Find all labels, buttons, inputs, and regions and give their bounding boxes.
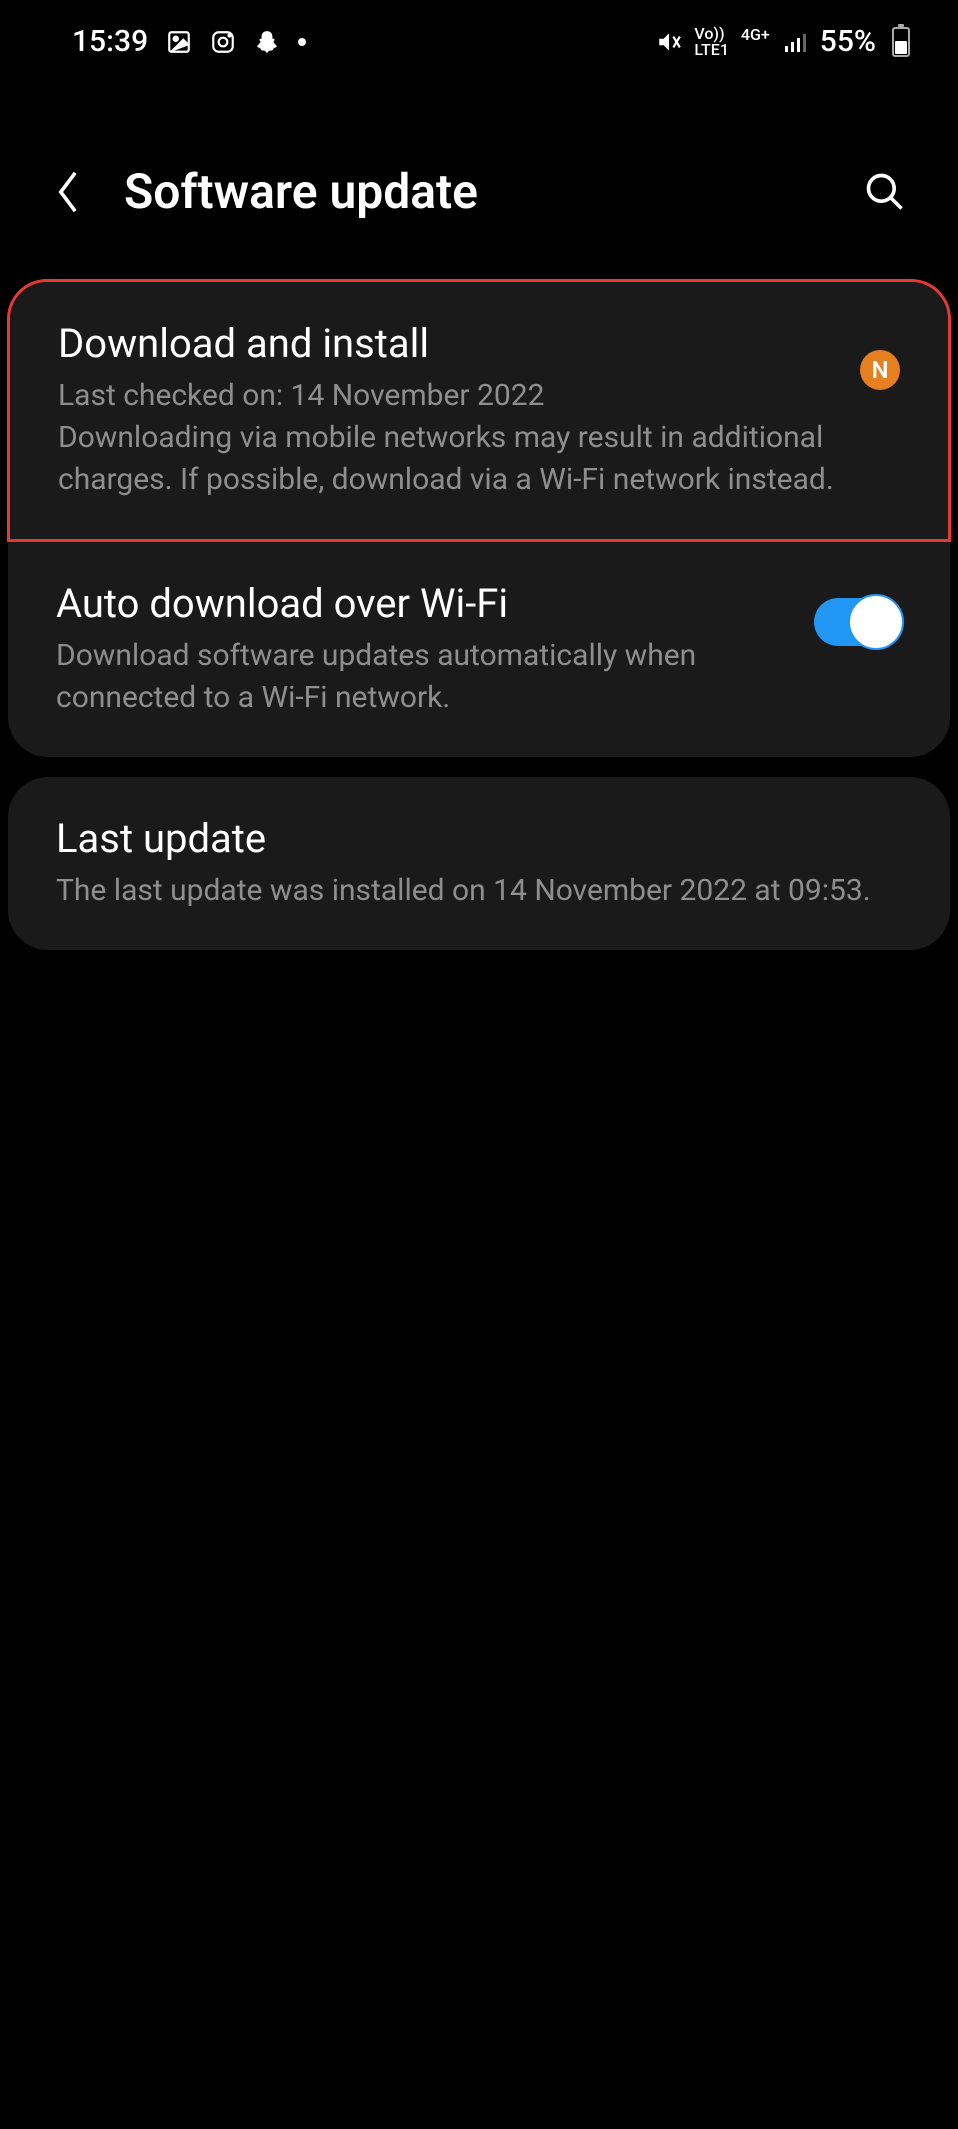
more-notifications-dot <box>298 38 306 46</box>
last-update-title: Last update <box>56 815 902 862</box>
page-title: Software update <box>124 163 824 220</box>
status-bar: 15:39 Vo)) LTE1 4G+ 55% <box>0 0 958 83</box>
status-bar-left: 15:39 <box>72 24 306 59</box>
status-time: 15:39 <box>72 24 148 59</box>
search-button[interactable] <box>860 167 910 217</box>
instagram-icon <box>210 29 236 55</box>
download-install-title: Download and install <box>58 320 840 367</box>
download-install-item[interactable]: Download and install Last checked on: 14… <box>7 279 951 542</box>
snapchat-icon <box>254 29 280 55</box>
battery-percentage: 55% <box>820 24 876 59</box>
gallery-icon <box>166 29 192 55</box>
chevron-left-icon <box>53 168 83 216</box>
download-install-subtitle: Last checked on: 14 November 2022 Downlo… <box>58 375 840 501</box>
signal-icon <box>782 30 808 54</box>
last-update-item[interactable]: Last update The last update was installe… <box>8 777 950 950</box>
settings-group-1: Download and install Last checked on: 14… <box>8 279 950 757</box>
last-update-subtitle: The last update was installed on 14 Nove… <box>56 870 902 912</box>
data-arrows-icon <box>747 43 763 57</box>
page-header: Software update <box>0 83 958 260</box>
auto-download-subtitle: Download software updates automatically … <box>56 635 794 719</box>
notification-badge: N <box>860 350 900 390</box>
volte-indicator: Vo)) LTE1 <box>694 26 729 58</box>
settings-group-2: Last update The last update was installe… <box>8 777 950 950</box>
mute-icon <box>656 29 682 55</box>
toggle-knob <box>848 594 904 650</box>
search-icon <box>863 170 907 214</box>
auto-download-title: Auto download over Wi-Fi <box>56 580 794 627</box>
status-bar-right: Vo)) LTE1 4G+ 55% <box>656 24 910 59</box>
battery-icon <box>892 27 910 57</box>
auto-download-item[interactable]: Auto download over Wi-Fi Download softwa… <box>8 542 950 757</box>
auto-download-toggle[interactable] <box>814 598 902 646</box>
network-type-indicator: 4G+ <box>741 27 770 57</box>
back-button[interactable] <box>48 172 88 212</box>
